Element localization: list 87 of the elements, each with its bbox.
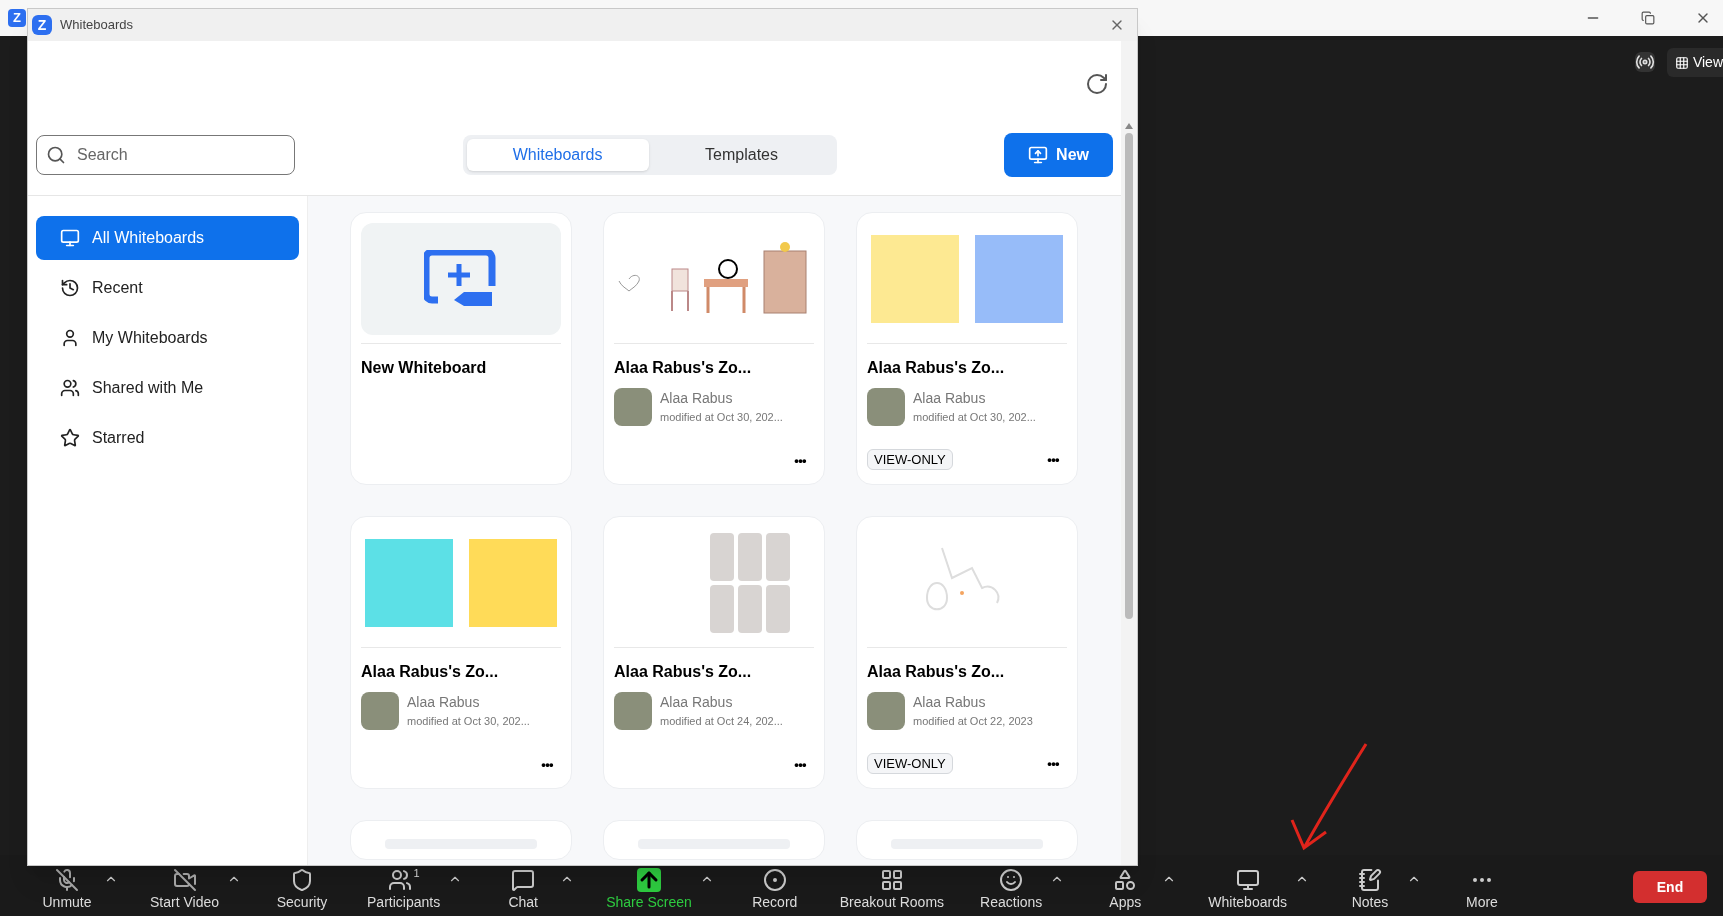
more-options-button[interactable]: ••• bbox=[786, 450, 814, 470]
end-button[interactable]: End bbox=[1633, 871, 1707, 903]
whiteboard-card[interactable]: Alaa Rabus's Zo... Alaa Rabus modified at Oct 24, 202... ••• bbox=[603, 516, 825, 789]
card-title: Alaa Rabus's Zo... bbox=[867, 662, 1006, 682]
toolbar-button[interactable]: Apps bbox=[1109, 892, 1142, 913]
new-button[interactable]: New bbox=[1004, 132, 1113, 177]
owner-name: Alaa Rabus bbox=[660, 389, 734, 409]
monitor-icon bbox=[60, 228, 80, 248]
people-icon bbox=[60, 378, 80, 398]
whiteboard-card[interactable]: New Whiteboard bbox=[350, 212, 572, 485]
shapes-icon[interactable] bbox=[1113, 868, 1138, 892]
app-logo: Z bbox=[32, 15, 52, 35]
star-icon bbox=[60, 428, 80, 448]
more-options-button[interactable]: ••• bbox=[1039, 449, 1067, 469]
grid-icon bbox=[1674, 55, 1689, 70]
owner-name: Alaa Rabus bbox=[407, 693, 481, 713]
toolbar-button[interactable]: Security bbox=[276, 892, 328, 913]
shield-icon[interactable] bbox=[290, 868, 314, 892]
person-icon bbox=[60, 328, 80, 348]
toolbar-button[interactable]: Start Video bbox=[150, 892, 219, 913]
owner-name: Alaa Rabus bbox=[660, 693, 734, 713]
whiteboard-card[interactable]: Alaa Rabus's Zo... Alaa Rabus modified at Oct 30, 202... VIEW-ONLY ••• bbox=[856, 212, 1078, 485]
modified-date: modified at Oct 30, 202... bbox=[913, 410, 1036, 426]
toolbar-button[interactable]: Share Screen bbox=[606, 892, 692, 913]
modified-date: modified at Oct 30, 202... bbox=[660, 410, 783, 426]
modified-date: modified at Oct 30, 202... bbox=[407, 714, 530, 730]
search-icon bbox=[46, 144, 66, 165]
sidebar-item[interactable]: Starred bbox=[36, 416, 299, 460]
sidebar-item[interactable]: My Whiteboards bbox=[36, 316, 299, 360]
record-icon[interactable] bbox=[762, 868, 787, 892]
sidebar-item[interactable]: Shared with Me bbox=[36, 366, 299, 410]
card-title: Alaa Rabus's Zo... bbox=[867, 358, 1006, 378]
microphone-off-icon[interactable] bbox=[55, 868, 79, 892]
clock-icon bbox=[60, 278, 80, 298]
arrow-up-icon[interactable] bbox=[636, 868, 661, 892]
monitor-icon[interactable] bbox=[1235, 868, 1260, 892]
owner-name: Alaa Rabus bbox=[913, 693, 987, 713]
avatar-placeholder bbox=[614, 388, 652, 426]
toolbar-button[interactable]: More bbox=[1465, 892, 1498, 913]
whiteboard-card[interactable]: Alaa Rabus's Zo... Alaa Rabus modified at Oct 22, 2023 VIEW-ONLY ••• bbox=[856, 516, 1078, 789]
grid-icon[interactable] bbox=[879, 868, 904, 892]
view-only-badge: VIEW-ONLY bbox=[867, 752, 953, 774]
new-whiteboard-icon bbox=[424, 250, 498, 308]
app-logo: Z bbox=[8, 9, 26, 27]
whiteboard-card[interactable]: Alaa Rabus's Zo... Alaa Rabus modified at Oct 30, 202... ••• bbox=[350, 516, 572, 789]
toolbar-button[interactable]: Notes bbox=[1351, 892, 1389, 913]
scroll-up-icon[interactable] bbox=[1125, 123, 1133, 129]
toolbar-button[interactable]: Whiteboards bbox=[1208, 892, 1287, 913]
avatar-placeholder bbox=[614, 692, 652, 730]
toolbar-button[interactable]: Unmute bbox=[42, 892, 92, 913]
card-title: Alaa Rabus's Zo... bbox=[614, 662, 753, 682]
participant-count: 1 bbox=[413, 868, 420, 879]
more-options-button[interactable]: ••• bbox=[786, 754, 814, 774]
avatar-placeholder bbox=[361, 692, 399, 730]
view-button[interactable]: View bbox=[1666, 48, 1723, 77]
view-only-badge: VIEW-ONLY bbox=[867, 448, 953, 470]
modified-date: modified at Oct 24, 202... bbox=[660, 714, 783, 730]
search-field[interactable]: Search bbox=[36, 134, 295, 175]
toolbar-button[interactable]: Breakout Rooms bbox=[839, 892, 945, 913]
avatar-placeholder bbox=[867, 692, 905, 730]
toolbar-button[interactable]: Reactions bbox=[980, 892, 1043, 913]
broadcast-icon[interactable] bbox=[1634, 52, 1655, 72]
scrollbar[interactable] bbox=[1121, 41, 1137, 865]
restore-icon[interactable] bbox=[1641, 11, 1655, 25]
refresh-icon[interactable] bbox=[1085, 71, 1109, 96]
sidebar-item[interactable]: All Whiteboards bbox=[36, 216, 299, 260]
toolbar-button[interactable]: Chat bbox=[508, 892, 538, 913]
more-options-button[interactable]: ••• bbox=[533, 754, 561, 774]
chat-bubble-icon[interactable] bbox=[511, 868, 536, 892]
tab[interactable]: Whiteboards bbox=[466, 138, 649, 171]
owner-name: Alaa Rabus bbox=[913, 389, 987, 409]
tab[interactable]: Templates bbox=[650, 138, 833, 171]
card-title: Alaa Rabus's Zo... bbox=[614, 358, 753, 378]
window-title: Whiteboards bbox=[60, 16, 133, 35]
sidebar-item[interactable]: Recent bbox=[36, 266, 299, 310]
video-off-icon[interactable] bbox=[172, 868, 197, 892]
card-title: New Whiteboard bbox=[361, 358, 488, 378]
smiley-icon[interactable] bbox=[999, 868, 1024, 892]
notepad-icon[interactable] bbox=[1357, 868, 1382, 892]
people-icon[interactable] bbox=[387, 868, 412, 892]
modified-date: modified at Oct 22, 2023 bbox=[913, 714, 1033, 730]
toolbar-button[interactable]: Participants bbox=[367, 892, 441, 913]
toolbar-button[interactable]: Record bbox=[752, 892, 798, 913]
whiteboard-card[interactable]: Alaa Rabus's Zo... Alaa Rabus modified at Oct 30, 202... ••• bbox=[603, 212, 825, 485]
card-title: Alaa Rabus's Zo... bbox=[361, 662, 500, 682]
more-options-button[interactable]: ••• bbox=[1039, 753, 1067, 773]
avatar-placeholder bbox=[867, 388, 905, 426]
